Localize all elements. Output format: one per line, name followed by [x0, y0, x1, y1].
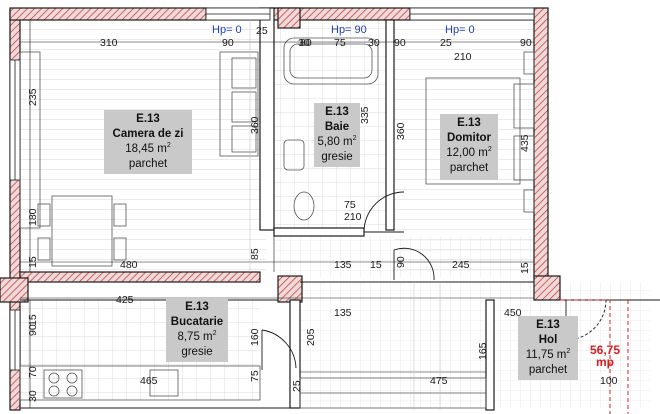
dim-label: 205	[305, 328, 317, 346]
dim-label: 210	[454, 51, 472, 63]
dim-label: 15	[519, 262, 531, 274]
dim-label: 15	[370, 259, 382, 271]
dim-label: 25	[440, 37, 452, 49]
dim-label: 425	[116, 294, 134, 306]
total-area: 56,75 mp	[590, 344, 620, 368]
room-area: 5,80 m2	[317, 135, 357, 148]
dim-label: 135	[334, 259, 352, 271]
dim-label: 465	[140, 375, 158, 387]
dim-label: 135	[334, 307, 352, 319]
dim-label: 435	[519, 134, 531, 152]
wall-living-kitchen	[19, 271, 261, 283]
wall-north-living	[9, 7, 207, 21]
dim-label: 30	[298, 37, 310, 49]
room-finish: parchet	[449, 162, 489, 174]
wall-bath-bedroom	[385, 19, 395, 231]
room-label-bath: E.13 Baie 5,80 m2 gresie	[314, 103, 360, 167]
room-area: 11,75 m2	[525, 348, 571, 361]
room-finish: gresie	[181, 346, 213, 358]
room-name: Hol	[538, 334, 558, 346]
dim-label: 235	[27, 88, 39, 106]
wall-living-bath	[259, 7, 275, 231]
room-finish: parchet	[128, 158, 168, 170]
dim-label: 90	[394, 37, 406, 49]
dim-label: 90	[520, 37, 532, 49]
hp-mark-3: Hp= 0	[445, 24, 475, 36]
room-code: E.13	[325, 106, 349, 118]
dim-label: 25	[291, 380, 303, 392]
column-se	[533, 275, 561, 301]
room-name: Domitor	[446, 132, 492, 144]
dim-label: 15	[27, 314, 39, 326]
dim-label: 480	[120, 259, 138, 271]
dim-label: 360	[249, 116, 261, 134]
dim-label: 75	[344, 199, 356, 211]
room-name: Bucatarie	[170, 316, 224, 328]
room-label-hall: E.13 Hol 11,75 m2 parchet	[518, 316, 578, 380]
dim-label: 180	[27, 208, 39, 226]
dim-label: 245	[452, 259, 470, 271]
dim-label: 70	[27, 366, 39, 378]
room-area: 12,00 m2	[446, 146, 492, 159]
column-sw	[0, 277, 29, 303]
dim-label: 75	[334, 37, 346, 49]
room-label-bedroom: E.13 Domitor 12,00 m2 parchet	[440, 114, 498, 180]
room-name: Camera de zi	[112, 128, 184, 140]
room-code: E.13	[457, 117, 481, 129]
dim-label: 160	[249, 328, 261, 346]
room-finish: parchet	[528, 364, 568, 376]
floor-plan: Hp= 0 Hp= 90 Hp= 0 310 90 25 80 75 30 90…	[0, 0, 660, 414]
total-area-unit: mp	[596, 355, 615, 369]
room-finish: gresie	[321, 151, 353, 163]
column-north	[277, 7, 301, 29]
dim-label: 100	[600, 375, 618, 387]
dim-label: 15	[27, 256, 39, 268]
hp-mark-2: Hp= 90	[331, 24, 367, 36]
room-code: E.13	[136, 113, 160, 125]
dim-label: 210	[344, 211, 362, 223]
dim-label: 30	[27, 390, 39, 402]
dim-label: 310	[100, 37, 118, 49]
dim-label: 85	[249, 248, 261, 260]
room-name: Baie	[324, 121, 350, 133]
dim-label: 30	[368, 37, 380, 49]
dim-label: 475	[430, 375, 448, 387]
dim-label: 165	[477, 342, 489, 360]
wall-east-bedroom	[533, 7, 549, 279]
room-area: 8,75 m2	[177, 330, 217, 343]
dim-label: 360	[395, 122, 407, 140]
dim-label: 25	[256, 25, 268, 37]
wall-bath-south	[273, 227, 365, 237]
room-code: E.13	[536, 319, 560, 331]
dim-label: 75	[249, 370, 261, 382]
hp-mark-1: Hp= 0	[212, 24, 242, 36]
room-label-kitchen: E.13 Bucatarie 8,75 m2 gresie	[166, 298, 228, 362]
room-area: 18,45 m2	[125, 142, 171, 155]
room-label-living: E.13 Camera de zi 18,45 m2 parchet	[104, 110, 192, 174]
room-code: E.13	[185, 301, 209, 313]
dim-label: 90	[395, 256, 407, 268]
dim-label: 335	[359, 106, 371, 124]
dim-label: 90	[222, 37, 234, 49]
